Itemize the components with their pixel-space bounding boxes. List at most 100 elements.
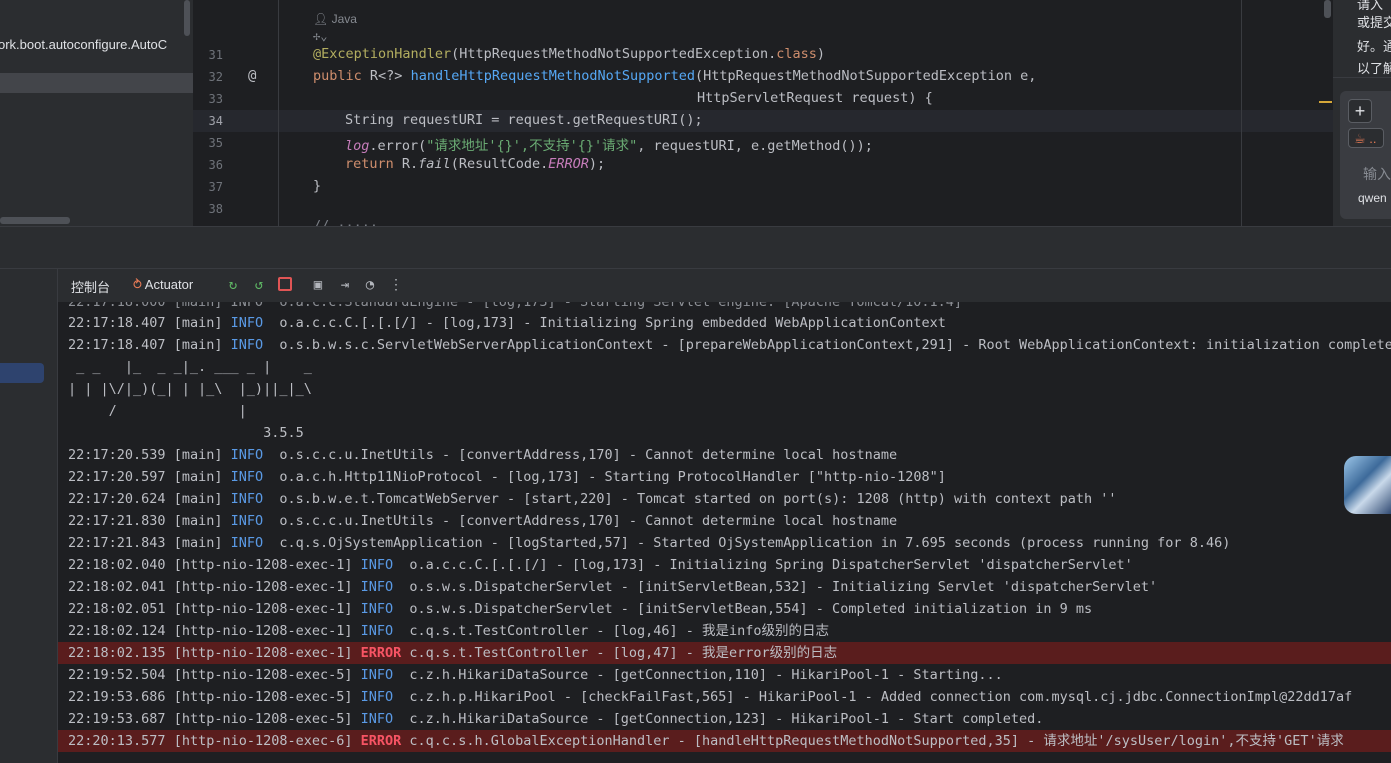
log-level: INFO	[360, 667, 394, 683]
line-number: 35	[208, 136, 223, 150]
console-line: 22:18:02.040 [http-nio-1208-exec-1] INFO…	[68, 554, 1133, 576]
log-thread: [main]	[173, 447, 223, 463]
code-line-37: }	[313, 178, 322, 194]
log-timestamp: 22:18:02.051	[68, 601, 166, 617]
log-message: c.z.h.HikariDataSource - [getConnection,…	[409, 711, 1044, 727]
line-number: 32	[208, 70, 223, 84]
implementation-marker-icon[interactable]: @	[248, 68, 256, 84]
console-line: 22:17:21.843 [main] INFO c.q.s.OjSystemA…	[68, 532, 1230, 554]
console-line: 22:19:53.686 [http-nio-1208-exec-5] INFO…	[68, 686, 1352, 708]
log-timestamp: 22:20:13.577	[68, 733, 166, 749]
tab-console[interactable]: 控制台	[71, 277, 110, 296]
dashboard-icon[interactable]: ◔	[361, 277, 379, 293]
ai-message-line: 或提交	[1357, 15, 1391, 30]
console-line: 22:18:02.051 [http-nio-1208-exec-1] INFO…	[68, 598, 1092, 620]
log-thread: [http-nio-1208-exec-5]	[173, 689, 353, 705]
log-timestamp: 22:19:52.504	[68, 667, 166, 683]
project-tree-item[interactable]: ork.boot.autoconfigure.AutoC	[0, 37, 167, 52]
console-line: 22:19:52.504 [http-nio-1208-exec-5] INFO…	[68, 664, 1003, 686]
log-message: o.a.c.h.Http11NioProtocol - [log,173] - …	[279, 469, 946, 485]
code-line-35: log.error("请求地址'{}',不支持'{}'请求", requestU…	[345, 138, 873, 154]
code-line-32: public R<?> handleHttpRequestMethodNotSu…	[313, 68, 1037, 84]
log-thread: [http-nio-1208-exec-1]	[173, 579, 353, 595]
log-message: o.s.b.w.s.c.ServletWebServerApplicationC…	[279, 337, 1391, 353]
console-line: 22:19:53.687 [http-nio-1208-exec-5] INFO…	[68, 708, 1043, 730]
code-line-33: HttpServletRequest request) {	[697, 90, 933, 106]
log-message: o.a.c.c.C.[.[.[/] - [log,173] - Initiali…	[279, 315, 946, 331]
tab-actuator[interactable]: ⥁ Actuator	[133, 277, 193, 293]
console-line: 22:17:20.539 [main] INFO o.s.c.c.u.InetU…	[68, 444, 897, 466]
log-level: INFO	[230, 513, 264, 529]
line-number: 33	[208, 92, 223, 106]
log-message: c.z.h.HikariDataSource - [getConnection,…	[409, 667, 1003, 683]
console-line: 22:17:20.597 [main] INFO o.a.c.h.Http11N…	[68, 466, 946, 488]
assistant-avatar[interactable]	[1344, 456, 1391, 514]
selected-run-config[interactable]	[0, 363, 44, 383]
log-timestamp: 22:17:20.539	[68, 447, 166, 463]
model-selector[interactable]: qwen	[1358, 191, 1387, 205]
console-line: 22:17:20.624 [main] INFO o.s.b.w.e.t.Tom…	[68, 488, 1117, 510]
editor-vertical-scrollbar[interactable]	[1324, 0, 1331, 18]
console-line: 22:20:13.577 [http-nio-1208-exec-6] ERRO…	[58, 730, 1391, 752]
ai-message-line: 以了解	[1357, 61, 1391, 76]
console-side-toolbar	[0, 302, 58, 763]
log-message: o.s.c.c.u.InetUtils - [convertAddress,17…	[279, 513, 898, 529]
run-toolbar: 控制台 ⥁ Actuator ↻ ↺ ▣ ⇥ ◔ ⋮	[0, 268, 1391, 303]
console-line: 22:17:21.830 [main] INFO o.s.c.c.u.InetU…	[68, 510, 897, 532]
stop-square	[278, 277, 292, 291]
stop-icon[interactable]	[276, 277, 294, 295]
panel-splitter[interactable]	[0, 226, 1391, 269]
log-timestamp: 22:18:02.040	[68, 557, 166, 573]
console-line: 22:17:18.407 [main] INFO o.s.b.w.s.c.Ser…	[68, 334, 1391, 356]
log-level: INFO	[230, 315, 264, 331]
ai-assistant-panel: 请入 或提交 好。通 以了解 + ☕ .. 输入 qwen	[1333, 0, 1391, 226]
add-context-button[interactable]: +	[1348, 99, 1372, 123]
exit-icon[interactable]: ⇥	[336, 277, 354, 293]
console-line: _ _ |_ _ _|_. ___ _ | _	[68, 356, 320, 378]
project-vertical-scrollbar[interactable]	[184, 0, 190, 36]
log-timestamp: 22:18:02.041	[68, 579, 166, 595]
banner-text: / |	[68, 403, 320, 419]
log-level: ERROR	[360, 645, 402, 661]
context-chip[interactable]: ☕ ..	[1348, 128, 1384, 148]
code-line-34: String requestURI = request.getRequestUR…	[345, 112, 703, 128]
line-number: 31	[208, 48, 223, 62]
banner-text: _ _ |_ _ _|_. ___ _ | _	[68, 359, 320, 375]
log-thread: [main]	[173, 491, 223, 507]
log-thread: [http-nio-1208-exec-5]	[173, 667, 353, 683]
warning-stripe-mark[interactable]	[1319, 101, 1332, 103]
inlay-hint-author[interactable]: ✢⌄	[313, 29, 327, 43]
console-line: / |	[68, 400, 320, 422]
log-timestamp: 22:18:02.135	[68, 645, 166, 661]
project-horizontal-scrollbar[interactable]	[0, 217, 70, 224]
log-message: o.s.w.s.DispatcherServlet - [initServlet…	[409, 579, 1158, 595]
log-level: INFO	[360, 557, 394, 573]
console-line: 22:18:02.135 [http-nio-1208-exec-1] ERRO…	[58, 642, 1391, 664]
log-timestamp: 22:17:21.830	[68, 513, 166, 529]
right-margin-guide	[1241, 0, 1242, 226]
ai-chat-input[interactable]: 输入	[1363, 164, 1391, 184]
log-level: ERROR	[360, 733, 402, 749]
camera-icon[interactable]: ▣	[309, 277, 327, 293]
log-thread: [main]	[173, 535, 223, 551]
banner-text: | | |\/|_)(_| | |_\ |_)||_|_\	[68, 381, 320, 397]
project-tree-selected-row[interactable]	[0, 73, 193, 93]
more-icon[interactable]: ⋮	[387, 277, 405, 293]
ai-panel-divider	[1333, 77, 1391, 78]
restart-icon[interactable]: ↺	[250, 277, 268, 293]
code-line-36: return R.fail(ResultCode.ERROR);	[345, 156, 606, 172]
code-editor[interactable]: 👤︎ Java ✢⌄ 31 32 33 34 35 36 37 38 @ @Ex…	[193, 0, 1333, 226]
log-thread: [http-nio-1208-exec-6]	[173, 733, 353, 749]
line-number-current: 34	[208, 114, 223, 128]
console-line: 3.5.5	[68, 422, 312, 444]
log-thread: [main]	[173, 469, 223, 485]
console-line: 22:17:18.407 [main] INFO o.a.c.c.C.[.[.[…	[68, 312, 946, 334]
project-tool-window: ork.boot.autoconfigure.AutoC	[0, 0, 193, 226]
console-output[interactable]: 22:17:18.000 [main] INFO o.a.c.c.Standar…	[58, 302, 1391, 763]
log-message: o.a.c.c.C.[.[.[/] - [log,173] - Initiali…	[409, 557, 1133, 573]
rerun-icon[interactable]: ↻	[224, 277, 242, 293]
code-line-31: @ExceptionHandler(HttpRequestMethodNotSu…	[313, 46, 826, 62]
log-level: INFO	[360, 689, 394, 705]
log-level: INFO	[230, 469, 264, 485]
console-line: | | |\/|_)(_| | |_\ |_)||_|_\	[68, 378, 320, 400]
